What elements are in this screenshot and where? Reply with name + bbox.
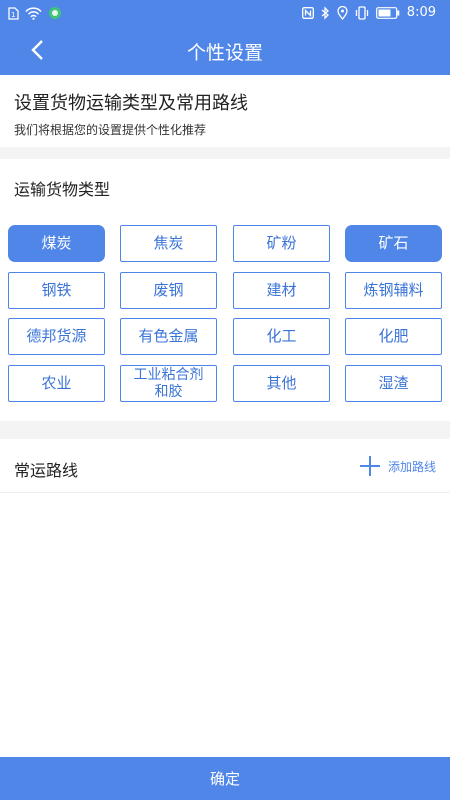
nfc-icon xyxy=(301,6,314,20)
status-bar: 1 8:09 xyxy=(0,0,450,26)
svg-text:1: 1 xyxy=(11,11,15,19)
nav-bar: 个性设置 xyxy=(0,26,450,75)
intro-section: 设置货物运输类型及常用路线 我们将根据您的设置提供个性化推荐 xyxy=(0,75,450,147)
header: 1 8:09 个性设置 xyxy=(0,0,450,75)
cargo-tag[interactable]: 焦炭 xyxy=(120,225,217,262)
vibrate-icon xyxy=(355,5,369,20)
cargo-section-title: 运输货物类型 xyxy=(14,180,111,199)
routes-header: 常运路线 添加路线 xyxy=(0,439,450,493)
cargo-tag[interactable]: 钢铁 xyxy=(8,272,105,309)
routes-section: 常运路线 添加路线 xyxy=(0,439,450,757)
add-route-label: 添加路线 xyxy=(387,459,436,474)
app-notification-icon xyxy=(48,6,62,20)
cargo-tag[interactable]: 矿石 xyxy=(345,225,442,262)
confirm-button[interactable]: 确定 xyxy=(0,757,450,800)
status-time: 8:09 xyxy=(406,5,436,20)
cargo-tag[interactable]: 化工 xyxy=(233,318,330,355)
cargo-tag[interactable]: 煤炭 xyxy=(8,225,105,262)
page-title: 个性设置 xyxy=(186,42,263,64)
location-icon xyxy=(337,5,348,20)
cargo-tag[interactable]: 建材 xyxy=(233,272,330,309)
sim-icon: 1 xyxy=(8,6,19,20)
plus-icon xyxy=(359,456,380,476)
cargo-tag[interactable]: 工业粘合剂和胶 xyxy=(120,365,217,402)
cargo-tag[interactable]: 炼钢辅料 xyxy=(345,272,442,309)
routes-title: 常运路线 xyxy=(14,461,79,480)
cargo-tag[interactable]: 农业 xyxy=(8,365,105,402)
cargo-tag[interactable]: 有色金属 xyxy=(120,318,217,355)
cargo-tag[interactable]: 德邦货源 xyxy=(8,318,105,355)
add-route-button[interactable]: 添加路线 xyxy=(359,456,436,476)
cargo-tag[interactable]: 湿渣 xyxy=(345,365,442,402)
intro-title: 设置货物运输类型及常用路线 xyxy=(14,93,248,114)
cargo-tag[interactable]: 其他 xyxy=(233,365,330,402)
battery-icon xyxy=(375,6,400,20)
cargo-tag[interactable]: 废钢 xyxy=(120,272,217,309)
cargo-tag[interactable]: 化肥 xyxy=(345,318,442,355)
intro-subtitle: 我们将根据您的设置提供个性化推荐 xyxy=(14,123,207,137)
cargo-tag[interactable]: 矿粉 xyxy=(233,225,330,262)
bluetooth-icon xyxy=(321,5,330,20)
wifi-icon xyxy=(25,6,42,20)
cargo-type-section: 运输货物类型 煤炭 焦炭 矿粉 矿石 钢铁 废钢 建材 炼钢辅料 德邦货源 有色… xyxy=(0,159,450,421)
